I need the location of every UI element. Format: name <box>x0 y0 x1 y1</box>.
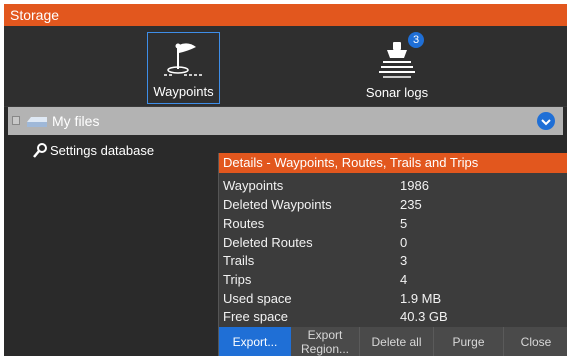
detail-row: Trips 4 <box>223 271 563 289</box>
detail-value: 40.3 GB <box>400 309 448 324</box>
detail-value: 3 <box>400 253 408 268</box>
close-button[interactable]: Close <box>503 327 567 356</box>
sonar-logs-label: Sonar logs <box>365 85 429 100</box>
detail-key: Waypoints <box>223 178 284 193</box>
detail-row: Free space 40.3 GB <box>223 308 563 326</box>
settings-wrench-icon <box>33 143 47 158</box>
detail-key: Routes <box>223 216 265 231</box>
detail-row: Routes 5 <box>223 215 563 233</box>
detail-value: 4 <box>400 272 408 287</box>
detail-key: Deleted Waypoints <box>223 197 332 212</box>
details-title: Details - Waypoints, Routes, Trails and … <box>219 153 567 173</box>
detail-row: Deleted Routes 0 <box>223 234 563 252</box>
detail-value: 1986 <box>400 178 429 193</box>
detail-key: Deleted Routes <box>223 235 313 250</box>
chevron-down-icon[interactable] <box>537 112 555 130</box>
delete-all-button[interactable]: Delete all <box>359 327 433 356</box>
sonar-logs-count-badge: 3 <box>408 32 424 48</box>
detail-key: Used space <box>223 291 292 306</box>
details-button-bar: Export... Export Region... Delete all Pu… <box>219 327 567 356</box>
detail-value: 1.9 MB <box>400 291 442 306</box>
export-button[interactable]: Export... <box>219 327 291 356</box>
settings-database-label: Settings database <box>50 143 155 158</box>
detail-row: Used space 1.9 MB <box>223 290 563 308</box>
storage-category-bar: Waypoints 3 Sonar logs <box>4 26 567 107</box>
detail-value: 5 <box>400 216 408 231</box>
export-region-label-line1: Export <box>307 327 343 342</box>
drive-icon <box>27 117 47 127</box>
sonar-logs-tile[interactable]: 3 Sonar logs <box>356 32 438 104</box>
detail-key: Trips <box>223 272 252 287</box>
export-region-label-line2: Region... <box>300 341 350 356</box>
details-panel: Details - Waypoints, Routes, Trails and … <box>218 153 567 356</box>
expand-icon[interactable] <box>12 116 20 125</box>
detail-key: Trails <box>223 253 255 268</box>
purge-button[interactable]: Purge <box>433 327 503 356</box>
detail-value: 235 <box>400 197 422 212</box>
detail-value: 0 <box>400 235 408 250</box>
tree-item-my-files[interactable]: My files <box>8 107 563 135</box>
detail-row: Deleted Waypoints 235 <box>223 196 563 214</box>
export-region-button[interactable]: Export Region... <box>291 327 359 356</box>
window-title: Storage <box>4 4 567 26</box>
waypoint-flag-icon <box>163 43 204 76</box>
detail-row: Trails 3 <box>223 252 563 270</box>
detail-key: Free space <box>223 309 289 324</box>
waypoints-label: Waypoints <box>153 84 214 99</box>
my-files-label: My files <box>52 113 100 129</box>
waypoints-tile[interactable]: Waypoints <box>147 32 220 104</box>
detail-row: Waypoints 1986 <box>223 177 563 195</box>
storage-window: Storage Waypoints 3 Sonar logs My files … <box>4 4 567 356</box>
